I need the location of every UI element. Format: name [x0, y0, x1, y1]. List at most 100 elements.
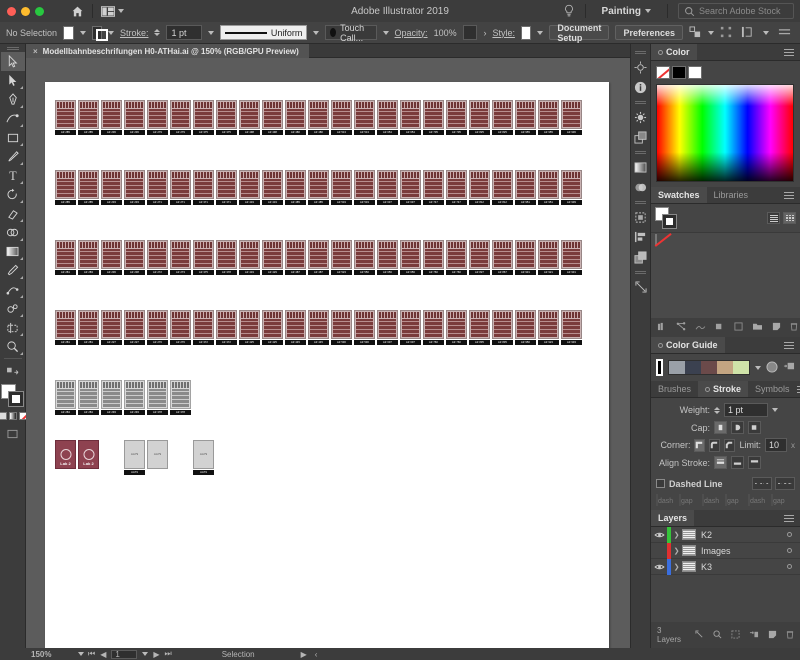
table-row[interactable]: ❯ K2 [651, 526, 800, 543]
label-sticker[interactable]: AZ 485 [285, 170, 306, 205]
new-swatch-folder-icon[interactable] [752, 322, 763, 333]
miter-limit-input[interactable]: 10 [764, 438, 787, 452]
rail-grip[interactable] [635, 51, 646, 54]
stroke-weight-label[interactable]: Stroke: [120, 28, 149, 38]
symbol-sprayer-tool[interactable] [1, 299, 25, 318]
fill-dropdown-chevron-icon[interactable] [79, 30, 86, 35]
home-icon[interactable] [66, 0, 88, 22]
stroke-profile-chevron-icon[interactable] [313, 30, 320, 35]
label-sticker[interactable]: AZ 233 [124, 170, 145, 205]
label-sticker[interactable]: AZ 939 [561, 170, 582, 205]
stroke-weight-stepper[interactable] [154, 29, 161, 36]
brush-select[interactable]: Touch Call... [325, 23, 377, 43]
label-sticker[interactable]: AZ 285 [78, 100, 99, 135]
round-join-button[interactable] [709, 438, 721, 452]
label-sticker[interactable]: AZ 273 [170, 240, 191, 275]
stroke-profile-select[interactable]: Uniform [219, 25, 308, 40]
selection-tool[interactable] [0, 52, 25, 71]
type-tool[interactable]: T [1, 166, 25, 185]
color-spectrum[interactable] [656, 84, 794, 182]
document-tab[interactable]: × Modellbahnbeschrifungen H0-ATHai.ai @ … [26, 44, 309, 58]
align-to-icon[interactable] [689, 25, 702, 40]
label-sticker[interactable]: AZ 654 [400, 100, 421, 135]
stroke-weight-input[interactable]: 1 pt [166, 25, 202, 40]
gradient-mode-button[interactable] [8, 412, 17, 420]
rail-grip[interactable] [635, 101, 646, 104]
tab-color[interactable]: Color [651, 44, 697, 60]
window-controls[interactable] [0, 6, 44, 16]
stroke-color-swatch[interactable] [91, 25, 109, 41]
opacity-extra-field[interactable] [462, 25, 478, 40]
label-sticker[interactable]: AZ 419 [262, 170, 283, 205]
stroke-swatch-large[interactable] [7, 391, 24, 407]
delete-layer-icon[interactable] [786, 630, 794, 641]
black-swatch[interactable] [672, 66, 686, 79]
harmony-swatch[interactable] [685, 361, 701, 374]
style-label[interactable]: Style: [492, 28, 515, 38]
tab-libraries[interactable]: Libraries [706, 187, 756, 203]
zoom-tool[interactable] [1, 337, 25, 356]
direct-selection-tool[interactable] [1, 71, 25, 90]
dash-input-group[interactable]: dash [748, 494, 768, 506]
stroke-weight-chevron-icon[interactable] [772, 408, 778, 412]
close-window-button[interactable] [7, 6, 16, 16]
color-icon[interactable] [631, 107, 651, 127]
row-3-maroon[interactable]: AZ 281 AZ 283 AZ 236 AZ 238 AZ 272 AZ 273 AZ 3… [55, 240, 582, 275]
document-setup-button[interactable]: Document Setup [549, 23, 610, 43]
label-sticker[interactable]: AZ 285 [78, 170, 99, 205]
label-sticker[interactable]: AZ 705 [446, 100, 467, 135]
none-swatch[interactable] [656, 66, 670, 79]
label-sticker[interactable]: AZ 375 [216, 100, 237, 135]
swatches-fill-stroke[interactable] [655, 207, 681, 229]
label-sticker[interactable]: AZ 372 [193, 310, 214, 345]
label-sticker[interactable]: AZ 419 [239, 170, 260, 205]
pen-tool[interactable] [1, 90, 25, 109]
row-2-maroon[interactable]: AZ 285 AZ 285 AZ 233 AZ 233 AZ 271 AZ 271 AZ 3… [55, 170, 582, 205]
arrange-objects-icon[interactable] [741, 26, 754, 40]
swatches-panel-menu-button[interactable] [784, 187, 800, 203]
label-sticker[interactable]: AZ 236 [124, 100, 145, 135]
dash-input-group[interactable]: dash [656, 494, 676, 506]
tab-layers[interactable]: Layers [651, 510, 695, 526]
swatch-none[interactable] [655, 234, 657, 246]
label-sticker[interactable]: AZ 955 [515, 100, 536, 135]
maximize-window-button[interactable] [35, 6, 44, 16]
miter-join-button[interactable] [694, 438, 706, 452]
zoom-level[interactable]: 150% [26, 650, 78, 659]
new-color-group-icon[interactable] [734, 322, 743, 333]
edit-colors-icon[interactable] [715, 322, 725, 333]
label-sticker[interactable]: AZ 835 [469, 310, 490, 345]
color-mode-buttons[interactable] [0, 412, 27, 420]
label-sticker[interactable]: AZ 607 [377, 310, 398, 345]
label-sticker[interactable]: AZ 227 [124, 310, 145, 345]
label-sticker[interactable]: AZ 933 [561, 310, 582, 345]
label-sticker[interactable]: AZ 485 [308, 170, 329, 205]
expand-layer-icon[interactable]: ❯ [671, 547, 682, 555]
delete-swatch-icon[interactable] [790, 322, 798, 333]
preferences-button[interactable]: Preferences [615, 25, 683, 40]
label-sticker[interactable]: AZ 419 [239, 240, 260, 275]
more-options-icon[interactable] [778, 27, 791, 39]
label-sticker[interactable]: AZ 812 [469, 170, 490, 205]
swatch-libraries-icon[interactable] [657, 322, 667, 333]
layer-target-icon[interactable] [787, 548, 792, 553]
expand-panels-icon[interactable] [631, 277, 651, 297]
curvature-tool[interactable] [1, 109, 25, 128]
layer-name[interactable]: K2 [696, 530, 787, 540]
dashed-line-checkbox[interactable] [656, 479, 665, 488]
gap-input-group[interactable]: gap [771, 494, 791, 506]
color-themes-icon[interactable] [676, 322, 686, 333]
label-sticker[interactable]: AZ 279 [147, 100, 168, 135]
create-new-layer-icon[interactable] [768, 630, 777, 641]
label-sticker[interactable]: AZ 425 [262, 310, 283, 345]
label-sticker[interactable]: AZ 378 [216, 240, 237, 275]
label-sticker[interactable]: AZ 812 [492, 170, 513, 205]
next-artboard-button[interactable]: ▶ [153, 650, 159, 659]
properties-icon[interactable] [631, 57, 651, 77]
pathfinder-icon[interactable] [631, 207, 651, 227]
layer-target-icon[interactable] [787, 532, 792, 537]
tab-symbols[interactable]: Symbols [748, 381, 797, 397]
color-guide-base-swatch[interactable] [656, 359, 663, 376]
canvas-area[interactable]: AZ 285 AZ 285 AZ 236 AZ 236 AZ 279 AZ 279 AZ 3… [26, 58, 630, 648]
swatch-grid[interactable] [651, 232, 800, 318]
